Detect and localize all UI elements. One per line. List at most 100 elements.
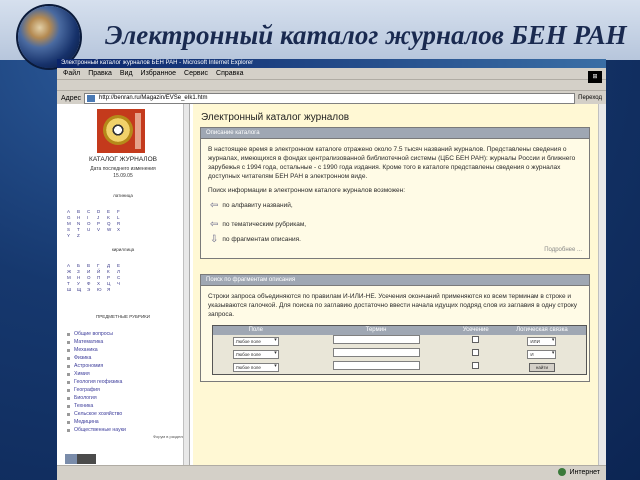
rubric-label: Математика: [74, 339, 104, 345]
latin-letter-link[interactable]: H: [77, 215, 87, 220]
rubric-link[interactable]: Химия: [67, 370, 182, 378]
address-input[interactable]: http://benran.ru/Magazin/EVSe_eIk1.htm: [84, 92, 576, 104]
cyrillic-letter-link[interactable]: Ц: [107, 281, 117, 286]
rubric-link[interactable]: Общественные науки: [67, 426, 182, 434]
latin-letter-link[interactable]: U: [87, 227, 97, 232]
cyrillic-letter-link[interactable]: Е: [117, 263, 127, 268]
latin-letter-link[interactable]: S: [67, 227, 77, 232]
logic-select[interactable]: ИЛИ: [527, 336, 557, 346]
cyrillic-letter-link[interactable]: У: [77, 281, 87, 286]
menu-help[interactable]: Справка: [216, 70, 243, 77]
cyrillic-letter-link[interactable]: Р: [107, 275, 117, 280]
truncation-checkbox[interactable]: [472, 349, 480, 356]
cyrillic-letter-link[interactable]: Ю: [97, 287, 107, 292]
rubric-link[interactable]: География: [67, 386, 182, 394]
cyrillic-letter-link[interactable]: Щ: [77, 287, 87, 292]
latin-letter-link[interactable]: Z: [77, 233, 87, 238]
rubric-link[interactable]: Биология: [67, 394, 182, 402]
menu-tools[interactable]: Сервис: [184, 70, 208, 77]
cyrillic-letter-link[interactable]: И: [87, 269, 97, 274]
find-button[interactable]: найти: [528, 362, 555, 372]
latin-letter-link[interactable]: W: [107, 227, 117, 232]
rubric-link[interactable]: Механика: [67, 346, 182, 354]
latin-letter-link[interactable]: Q: [107, 221, 117, 226]
cyrillic-letter-link[interactable]: В: [87, 263, 97, 268]
cyrillic-letter-link[interactable]: Д: [107, 263, 117, 268]
latin-letter-link[interactable]: G: [67, 215, 77, 220]
cyrillic-letter-link[interactable]: Х: [97, 281, 107, 286]
menu-edit[interactable]: Правка: [88, 70, 112, 77]
forum-link[interactable]: Форум в разделе: [153, 434, 185, 439]
term-input[interactable]: [332, 348, 420, 357]
latin-letter-link[interactable]: E: [107, 209, 117, 214]
truncation-checkbox[interactable]: [472, 336, 480, 343]
col-term: Термин: [298, 325, 454, 335]
cyrillic-letter-link[interactable]: А: [67, 263, 77, 268]
latin-letter-link[interactable]: V: [97, 227, 107, 232]
catalog-title: КАТАЛОГ ЖУРНАЛОВ: [89, 156, 157, 163]
cyrillic-letter-link[interactable]: Я: [107, 287, 117, 292]
cyrillic-letter-link[interactable]: О: [87, 275, 97, 280]
cyrillic-letter-link[interactable]: Н: [77, 275, 87, 280]
cyrillic-letter-link[interactable]: З: [77, 269, 87, 274]
rubric-label: Общие вопросы: [74, 331, 113, 337]
latin-letter-link[interactable]: T: [77, 227, 87, 232]
cyrillic-letter-link[interactable]: Т: [67, 281, 77, 286]
field-select[interactable]: Любое поле: [232, 349, 279, 359]
truncation-checkbox[interactable]: [472, 362, 480, 369]
cyrillic-letter-link[interactable]: Л: [117, 269, 127, 274]
latin-letter-link[interactable]: A: [67, 209, 77, 214]
rubric-link[interactable]: Медицина: [67, 418, 182, 426]
search-by-rubric-link[interactable]: ⇦ по тематическим рубрикам,: [210, 218, 582, 231]
cyrillic-letter-link[interactable]: Б: [77, 263, 87, 268]
rubric-link[interactable]: Физика: [67, 354, 182, 362]
hit-counter-badge[interactable]: [65, 454, 96, 464]
term-input[interactable]: [332, 361, 420, 370]
rubric-link[interactable]: Общие вопросы: [67, 330, 182, 338]
more-link[interactable]: Подробнее ...: [208, 246, 582, 255]
cyrillic-letter-link[interactable]: Э: [87, 287, 97, 292]
cyrillic-letter-link[interactable]: М: [67, 275, 77, 280]
latin-letter-link[interactable]: P: [97, 221, 107, 226]
field-select[interactable]: Любое поле: [232, 362, 279, 372]
latin-letter-link[interactable]: L: [117, 215, 127, 220]
cyrillic-letter-link[interactable]: С: [117, 275, 127, 280]
menu-favorites[interactable]: Избранное: [141, 70, 176, 77]
term-input[interactable]: [332, 335, 420, 344]
latin-letter-link[interactable]: X: [117, 227, 127, 232]
latin-letter-link[interactable]: C: [87, 209, 97, 214]
latin-letter-link[interactable]: O: [87, 221, 97, 226]
latin-letter-link[interactable]: N: [77, 221, 87, 226]
latin-letter-link[interactable]: Y: [67, 233, 77, 238]
logic-select[interactable]: И: [527, 349, 557, 359]
rubric-link[interactable]: Сельское хозяйство: [67, 410, 182, 418]
left-frame-scrollbar[interactable]: [183, 104, 189, 466]
cyrillic-letter-link[interactable]: Ч: [117, 281, 127, 286]
cyrillic-letter-link[interactable]: Ж: [67, 269, 77, 274]
latin-letter-link[interactable]: B: [77, 209, 87, 214]
main-frame-scrollbar[interactable]: [598, 104, 606, 466]
cyrillic-letter-link[interactable]: К: [107, 269, 117, 274]
rubric-link[interactable]: Математика: [67, 338, 182, 346]
search-by-alphabet-link[interactable]: ⇦ по алфавиту названий,: [210, 199, 582, 212]
latin-letter-link[interactable]: D: [97, 209, 107, 214]
rubric-link[interactable]: Астрономия: [67, 362, 182, 370]
menu-file[interactable]: Файл: [63, 70, 80, 77]
cyrillic-letter-link[interactable]: П: [97, 275, 107, 280]
search-by-fragment-link[interactable]: ⇩ по фрагментам описания.: [210, 233, 582, 246]
field-select[interactable]: Любое поле: [232, 336, 279, 346]
latin-letter-link[interactable]: R: [117, 221, 127, 226]
rubric-link[interactable]: Техника: [67, 402, 182, 410]
cyrillic-letter-link[interactable]: Ф: [87, 281, 97, 286]
menu-view[interactable]: Вид: [120, 70, 133, 77]
cyrillic-letter-link[interactable]: Ш: [67, 287, 77, 292]
cyrillic-letter-link[interactable]: Г: [97, 263, 107, 268]
cyrillic-letter-link[interactable]: Й: [97, 269, 107, 274]
latin-letter-link[interactable]: K: [107, 215, 117, 220]
latin-letter-link[interactable]: I: [87, 215, 97, 220]
latin-letter-link[interactable]: M: [67, 221, 77, 226]
go-button[interactable]: Переход: [578, 95, 606, 101]
latin-letter-link[interactable]: F: [117, 209, 127, 214]
latin-letter-link[interactable]: J: [97, 215, 107, 220]
rubric-link[interactable]: Геология геофизика: [67, 378, 182, 386]
